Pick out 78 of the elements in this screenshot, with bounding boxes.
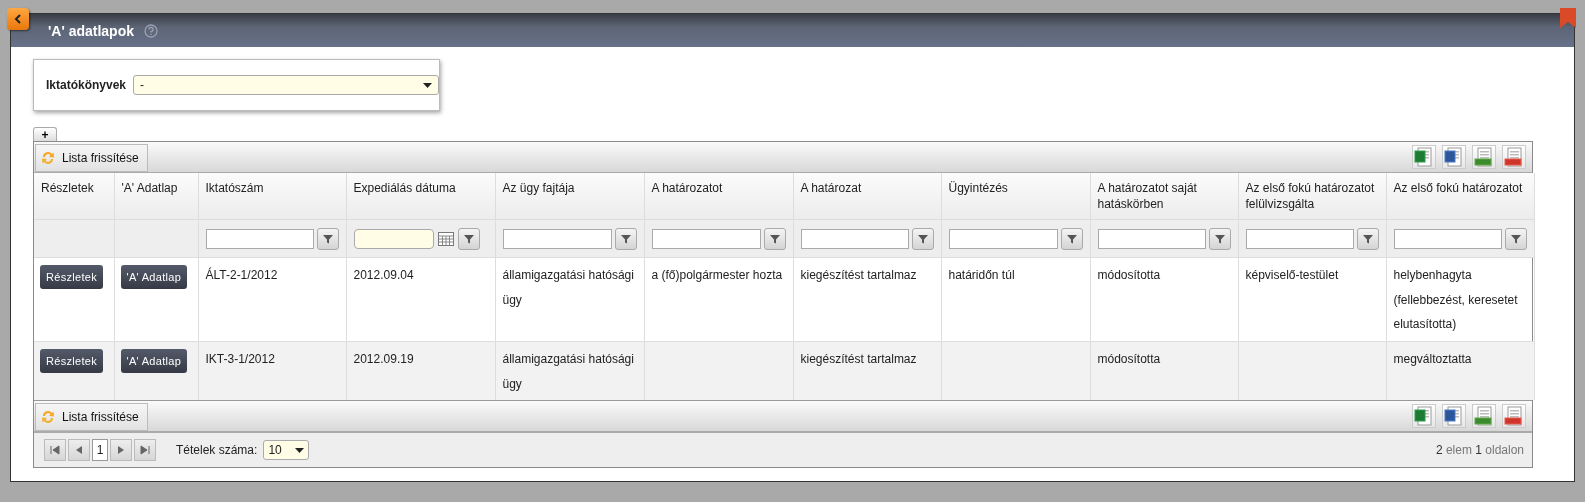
filter-field[interactable] (1097, 228, 1206, 249)
first-page-icon[interactable] (44, 439, 66, 461)
field-label: Iktatókönyvek (46, 78, 127, 92)
sheet-button[interactable]: 'A' Adatlap (120, 265, 188, 289)
table-cell: módosította (1097, 268, 1161, 282)
column-header[interactable]: Ügyintézés (941, 173, 1090, 220)
date-field[interactable] (353, 228, 434, 249)
column-header[interactable]: A határozatot (644, 173, 793, 220)
csv-export-icon[interactable] (1472, 145, 1496, 169)
column-header[interactable]: 'A' Adatlap (114, 173, 198, 220)
details-button[interactable]: Részletek (40, 265, 103, 289)
table-cell: megváltoztatta (1393, 352, 1472, 366)
last-page-icon[interactable] (134, 439, 156, 461)
table-cell: 2012.09.04 (353, 268, 414, 282)
item-count: 2 elem 1 oldalon (1435, 443, 1524, 457)
column-header[interactable]: Az ügy fajtája (495, 173, 644, 220)
table-cell: helybenhagyta (fellebbezést, keresetet elutasította) (1393, 268, 1518, 331)
refresh-icon (40, 408, 56, 425)
filter-icon[interactable] (457, 227, 480, 250)
window-title: 'A' adatlapok (48, 22, 134, 39)
page-size-dropdown[interactable]: 10 (263, 440, 310, 460)
refresh-button[interactable]: Lista frissítése (35, 143, 148, 172)
pdf-export-icon[interactable] (1502, 404, 1526, 428)
csv-export-icon[interactable] (1472, 404, 1496, 428)
back-button[interactable] (7, 8, 29, 30)
filter-icon[interactable] (1060, 227, 1083, 250)
word-export-icon[interactable] (1442, 404, 1466, 428)
filter-field[interactable] (800, 228, 909, 249)
details-button[interactable]: Részletek (40, 349, 103, 373)
table-cell: államigazgatási hatósági ügy (502, 268, 634, 307)
table-cell: a (fő)polgármester hozta (651, 268, 783, 282)
filter-field[interactable] (1245, 228, 1354, 249)
table-cell: kiegészítést tartalmaz (800, 268, 917, 282)
chevron-icon (14, 14, 22, 24)
page-size-label: Tételek száma: (176, 443, 258, 457)
table-cell: kiegészítést tartalmaz (800, 352, 917, 366)
registry-dropdown[interactable]: - (133, 75, 439, 95)
caret-icon (295, 447, 305, 453)
pdf-export-icon[interactable] (1502, 145, 1526, 169)
filter-field[interactable] (502, 228, 612, 249)
page-number[interactable]: 1 (92, 439, 108, 461)
column-header[interactable]: Iktatószám (198, 173, 346, 220)
table-cell: államigazgatási hatósági ügy (502, 352, 634, 391)
table-cell: IKT-3-1/2012 (205, 352, 275, 366)
filter-icon[interactable] (1208, 227, 1231, 250)
previous-page-icon[interactable] (68, 439, 90, 461)
help-icon[interactable] (144, 23, 158, 38)
table-cell: képviselő-testület (1245, 268, 1339, 282)
add-tab[interactable]: + (33, 127, 57, 141)
next-page-icon[interactable] (110, 439, 132, 461)
table-cell: határidőn túl (948, 268, 1015, 282)
column-header[interactable]: Expediálás dátuma (346, 173, 495, 220)
calendar-icon[interactable] (436, 230, 455, 247)
filter-icon[interactable] (763, 227, 786, 250)
excel-export-icon[interactable] (1412, 145, 1436, 169)
column-header[interactable]: A határozat (793, 173, 941, 220)
filter-field[interactable] (205, 228, 314, 249)
filter-field[interactable] (1393, 228, 1502, 249)
filter-icon[interactable] (1356, 227, 1379, 250)
column-header[interactable]: Részletek (34, 173, 114, 220)
filter-icon[interactable] (614, 227, 637, 250)
column-header[interactable]: Az első fokú határozatot (1386, 173, 1534, 220)
column-header[interactable]: A határozatot saját hatáskörben (1090, 173, 1238, 220)
table-cell: 2012.09.19 (353, 352, 414, 366)
table-cell: módosította (1097, 352, 1161, 366)
excel-export-icon[interactable] (1412, 404, 1436, 428)
refresh-button[interactable]: Lista frissítése (35, 402, 148, 431)
filter-icon[interactable] (911, 227, 934, 250)
table-cell: ÁLT-2-1/2012 (205, 268, 278, 282)
filter-field[interactable] (651, 228, 761, 249)
column-header[interactable]: Az első fokú határozatot felülvizsgálta (1238, 173, 1386, 220)
filter-field[interactable] (948, 228, 1058, 249)
caret-icon (423, 82, 432, 88)
word-export-icon[interactable] (1442, 145, 1466, 169)
refresh-icon (40, 149, 56, 166)
filter-icon[interactable] (316, 227, 339, 250)
filter-icon[interactable] (1504, 227, 1527, 250)
sheet-button[interactable]: 'A' Adatlap (120, 349, 188, 373)
